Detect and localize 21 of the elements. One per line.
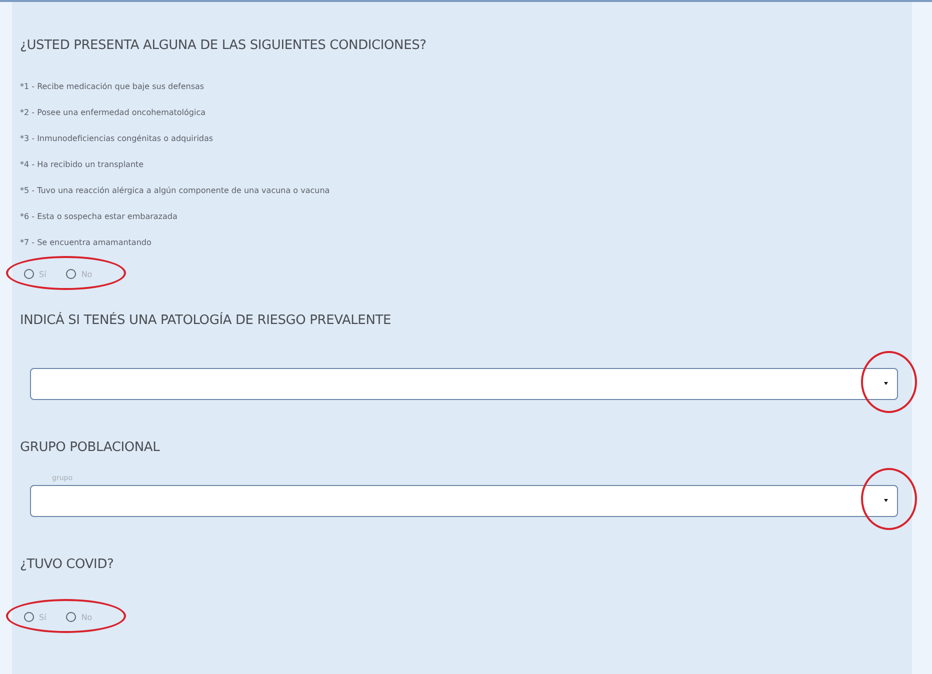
radio-button[interactable] <box>24 612 34 622</box>
condition-text: *1 - Recibe medicación que baje sus defensas <box>20 81 206 93</box>
caret-icon <box>884 382 888 385</box>
radio-option[interactable]: Sí <box>24 269 46 279</box>
question-heading: INDICÁ SI TENÉS UNA PATOLOGÍA DE RIESGO PREVALENTE <box>20 313 392 328</box>
condition-text: *7 - Se encuentra amamantando <box>20 237 152 249</box>
radio-option[interactable]: No <box>66 612 92 622</box>
radio-button[interactable] <box>66 269 76 279</box>
caret-icon <box>884 499 888 502</box>
condition-text: *4 - Ha recibido un transplante <box>20 159 145 171</box>
radio-option[interactable]: Sí <box>24 612 46 622</box>
question-heading: ¿USTED PRESENTA ALGUNA DE LAS SIGUIENTES CONDICIONES? <box>20 38 428 53</box>
radio-button[interactable] <box>24 269 34 279</box>
radio-button[interactable] <box>66 612 76 622</box>
condition-text: *3 - Inmunodeficiencias congénitas o adquiridas <box>20 133 214 145</box>
question-heading: GRUPO POBLACIONAL <box>20 440 161 455</box>
condition-text: *2 - Posee una enfermedad oncohematológica <box>20 107 207 119</box>
question-heading: ¿TUVO COVID? <box>20 557 115 572</box>
radio-option[interactable]: No <box>66 269 92 279</box>
condition-text: *5 - Tuvo una reacción alérgica a algún componente de una vacuna o vacuna <box>20 185 331 197</box>
condition-text: *6 - Esta o sospecha estar embarazada <box>20 211 178 223</box>
